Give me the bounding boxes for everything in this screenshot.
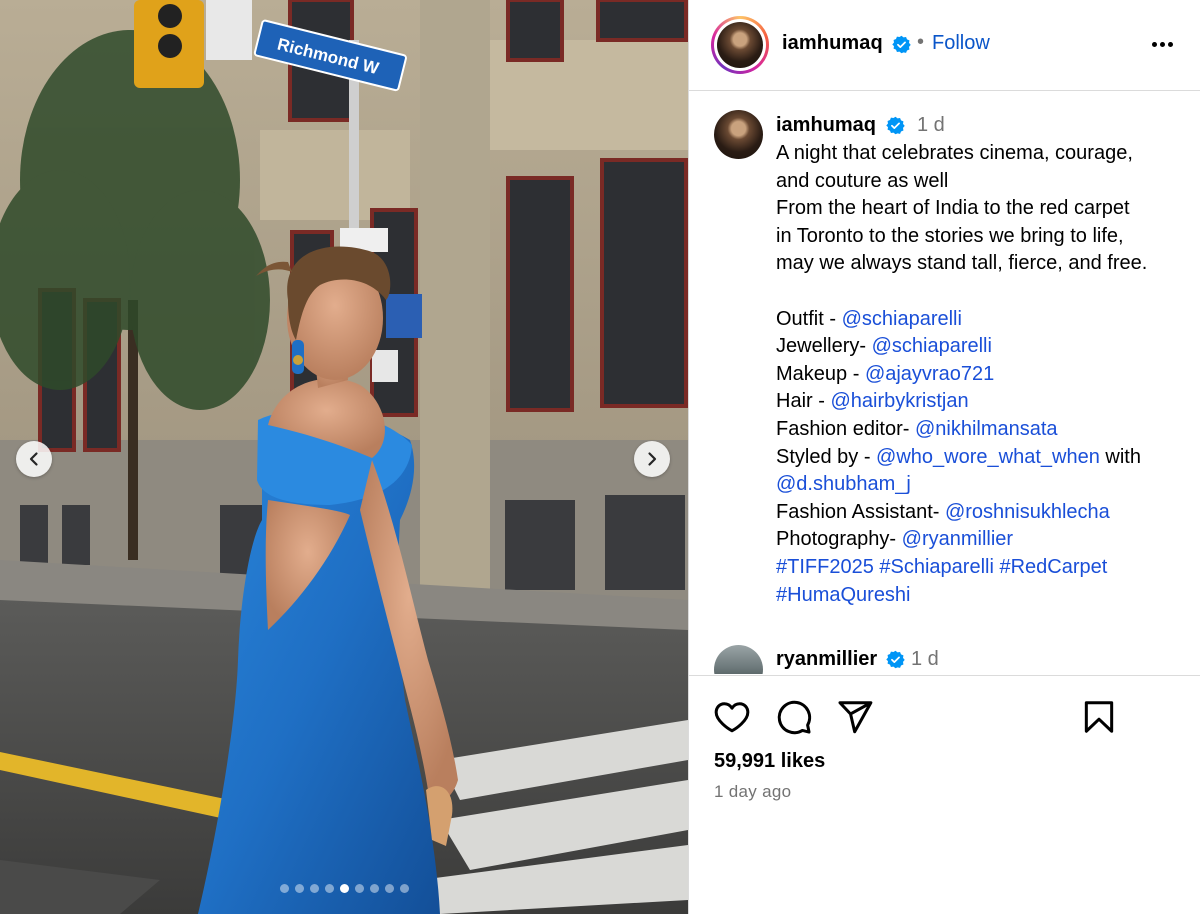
credit-label: Makeup - bbox=[776, 362, 865, 385]
caption-line: A night that celebrates cinema, courage, bbox=[776, 142, 1133, 164]
story-avatar[interactable] bbox=[711, 16, 769, 74]
comment-button[interactable] bbox=[775, 698, 813, 736]
header-username[interactable]: iamhumaq bbox=[782, 32, 883, 55]
carousel-prev-button[interactable] bbox=[16, 441, 52, 477]
hashtag-link[interactable]: #HumaQureshi bbox=[776, 584, 911, 606]
post-header: iamhumaq • Follow bbox=[689, 0, 1200, 91]
follow-button[interactable]: Follow bbox=[932, 32, 990, 55]
credit-suffix: with bbox=[1099, 445, 1141, 468]
carousel-dot bbox=[384, 884, 394, 893]
credit-line: Hair - @hairbykristjan bbox=[776, 388, 1186, 416]
carousel-dot bbox=[339, 884, 349, 893]
carousel-dots bbox=[0, 884, 688, 893]
credit-line: Jewellery- @schiaparelli bbox=[776, 333, 1186, 361]
caption-text: A night that celebrates cinema, courage,… bbox=[776, 140, 1186, 609]
chevron-right-icon bbox=[648, 452, 657, 466]
caption-time[interactable]: 1 d bbox=[917, 114, 945, 137]
caption-avatar[interactable] bbox=[714, 110, 763, 159]
hashtag-line: #TIFF2025 #Schiaparelli #RedCarpet bbox=[776, 554, 1186, 582]
share-button[interactable] bbox=[836, 698, 874, 736]
hashtag-link[interactable]: #RedCarpet bbox=[999, 556, 1107, 578]
likes-count[interactable]: 59,991 likes bbox=[714, 750, 825, 773]
credit-label: Fashion editor- bbox=[776, 417, 915, 440]
mention-link[interactable]: @who_wore_what_when bbox=[876, 446, 1100, 468]
hashtag-link[interactable]: #Schiaparelli bbox=[879, 556, 994, 578]
mention-link[interactable]: @schiaparelli bbox=[872, 335, 992, 357]
bookmark-icon bbox=[1084, 701, 1114, 733]
more-horizontal-icon[interactable] bbox=[1148, 30, 1176, 58]
credit-line: Fashion Assistant- @roshnisukhlecha bbox=[776, 499, 1186, 527]
credit-line: Fashion editor- @nikhilmansata bbox=[776, 416, 1186, 444]
credit-label: Styled by - bbox=[776, 445, 877, 468]
mention-link[interactable]: @schiaparelli bbox=[842, 308, 962, 330]
credit-label: Fashion Assistant- bbox=[776, 500, 945, 523]
avatar bbox=[717, 22, 763, 68]
comments-list[interactable]: iamhumaq 1 d A night that celebrates cin… bbox=[689, 92, 1200, 674]
like-button[interactable] bbox=[713, 698, 751, 736]
credit-line: Photography- @ryanmillier bbox=[776, 526, 1186, 554]
comment-time[interactable]: 1 d bbox=[911, 648, 939, 671]
post-media[interactable]: Richmond W bbox=[0, 0, 688, 914]
hashtag-line: #HumaQureshi bbox=[776, 582, 1186, 610]
credit-line: Makeup - @ajayvrao721 bbox=[776, 361, 1186, 389]
credit-line: Styled by - @who_wore_what_when with bbox=[776, 444, 1186, 472]
carousel-dot bbox=[294, 884, 304, 893]
caption-line: in Toronto to the stories we bring to li… bbox=[776, 224, 1124, 247]
save-button[interactable] bbox=[1080, 698, 1118, 736]
credit-label: Hair - bbox=[776, 390, 831, 413]
heart-icon bbox=[714, 702, 750, 733]
credit-line: @d.shubham_j bbox=[776, 471, 1186, 499]
verified-badge-icon bbox=[886, 116, 905, 137]
caption-username[interactable]: iamhumaq bbox=[776, 114, 876, 137]
post-timestamp[interactable]: 1 day ago bbox=[714, 782, 791, 802]
mention-link[interactable]: @hairbykristjan bbox=[830, 390, 968, 412]
chevron-left-icon bbox=[29, 452, 38, 466]
mention-link[interactable]: @d.shubham_j bbox=[776, 473, 911, 495]
mention-link[interactable]: @nikhilmansata bbox=[915, 418, 1058, 440]
header-separator: • bbox=[917, 31, 925, 53]
credit-label: Jewellery- bbox=[776, 335, 872, 358]
verified-badge-icon bbox=[892, 35, 911, 56]
credit-label: Photography- bbox=[776, 528, 902, 551]
caption-line: From the heart of India to the red carpe… bbox=[776, 197, 1130, 220]
post-actions: 59,991 likes 1 day ago bbox=[689, 675, 1200, 914]
carousel-dot bbox=[369, 884, 379, 893]
comment-username[interactable]: ryanmillier bbox=[776, 648, 877, 671]
carousel-dot bbox=[279, 884, 289, 893]
comment-avatar[interactable] bbox=[714, 645, 763, 674]
credit-line: Outfit - @schiaparelli bbox=[776, 306, 1186, 334]
caption-line: may we always stand tall, fierce, and fr… bbox=[776, 252, 1148, 275]
comment-icon bbox=[777, 700, 812, 735]
share-icon bbox=[838, 701, 873, 734]
post-photo: Richmond W bbox=[0, 0, 688, 914]
post-side-panel: iamhumaq • Follow iamhumaq 1 d A night t… bbox=[688, 0, 1200, 914]
carousel-dot bbox=[324, 884, 334, 893]
mention-link[interactable]: @ajayvrao721 bbox=[865, 363, 994, 385]
carousel-next-button[interactable] bbox=[634, 441, 670, 477]
hashtag-link[interactable]: #TIFF2025 bbox=[776, 556, 874, 578]
mention-link[interactable]: @ryanmillier bbox=[902, 528, 1013, 550]
verified-badge-icon bbox=[886, 650, 905, 671]
mention-link[interactable]: @roshnisukhlecha bbox=[945, 501, 1110, 523]
carousel-dot bbox=[309, 884, 319, 893]
carousel-dot bbox=[354, 884, 364, 893]
credit-label: Outfit - bbox=[776, 307, 842, 330]
caption-line: and couture as well bbox=[776, 169, 949, 192]
carousel-dot bbox=[399, 884, 409, 893]
